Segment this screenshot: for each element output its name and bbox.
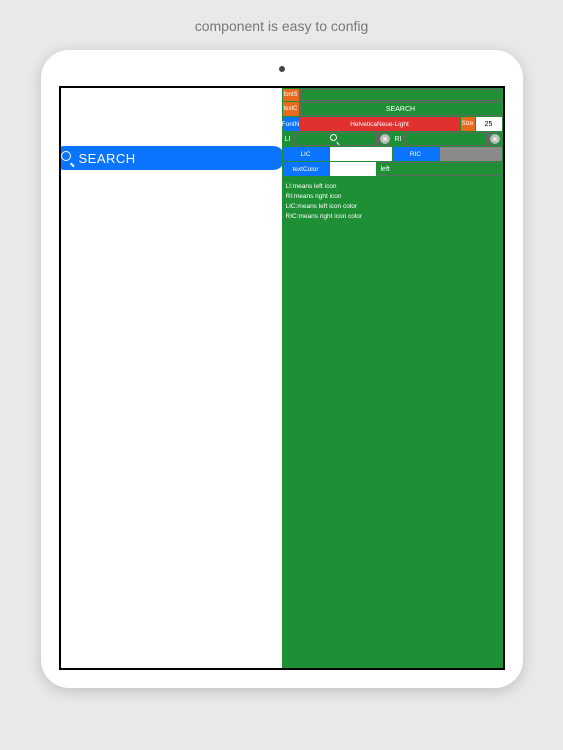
device-camera [279, 66, 285, 72]
li-label: LI [283, 132, 293, 146]
page-caption: component is easy to config [0, 0, 563, 44]
ri-input[interactable] [404, 132, 487, 146]
fontname-label: FontN [283, 117, 299, 131]
device-frame: SEARCH fontS textC SEARCH FontN Helvetic… [41, 50, 523, 688]
fontsize-label: fontS [283, 89, 299, 101]
device-screen: SEARCH fontS textC SEARCH FontN Helvetic… [59, 86, 505, 670]
config-pane: fontS textC SEARCH FontN HelveticaNeue-L… [282, 88, 503, 668]
search-icon [61, 151, 75, 165]
search-component[interactable]: SEARCH [59, 146, 285, 170]
li-input[interactable] [294, 132, 377, 146]
ri-label: RI [393, 132, 403, 146]
legend: LI:means left icon RI:means right icon L… [286, 182, 499, 222]
legend-lic: LIC:means left icon color [286, 202, 499, 212]
li-clear[interactable] [378, 132, 392, 146]
ric-label: RIC [393, 147, 439, 161]
ri-clear[interactable] [488, 132, 502, 146]
text-input[interactable]: SEARCH [300, 102, 502, 116]
ric-input[interactable] [440, 147, 502, 161]
search-icon [330, 134, 340, 144]
textcolor-label: textColor [283, 162, 329, 176]
fontname-input[interactable]: HelveticaNeue-Light [300, 117, 460, 131]
search-label: SEARCH [79, 151, 136, 166]
lic-input[interactable] [330, 147, 392, 161]
align-input[interactable]: left [377, 162, 502, 176]
fontsize-input[interactable] [300, 89, 502, 101]
legend-ri: RI:means right icon [286, 192, 499, 202]
legend-ric: RIC:means right icon color [286, 212, 499, 222]
close-icon [380, 134, 390, 144]
size-input[interactable]: 25 [476, 117, 502, 131]
text-label: textC [283, 102, 299, 116]
legend-li: LI:means left icon [286, 182, 499, 192]
lic-label: LIC [283, 147, 329, 161]
textcolor-input[interactable] [330, 162, 376, 176]
close-icon [490, 134, 500, 144]
preview-pane: SEARCH [61, 88, 282, 668]
size-label: Size [461, 117, 475, 131]
